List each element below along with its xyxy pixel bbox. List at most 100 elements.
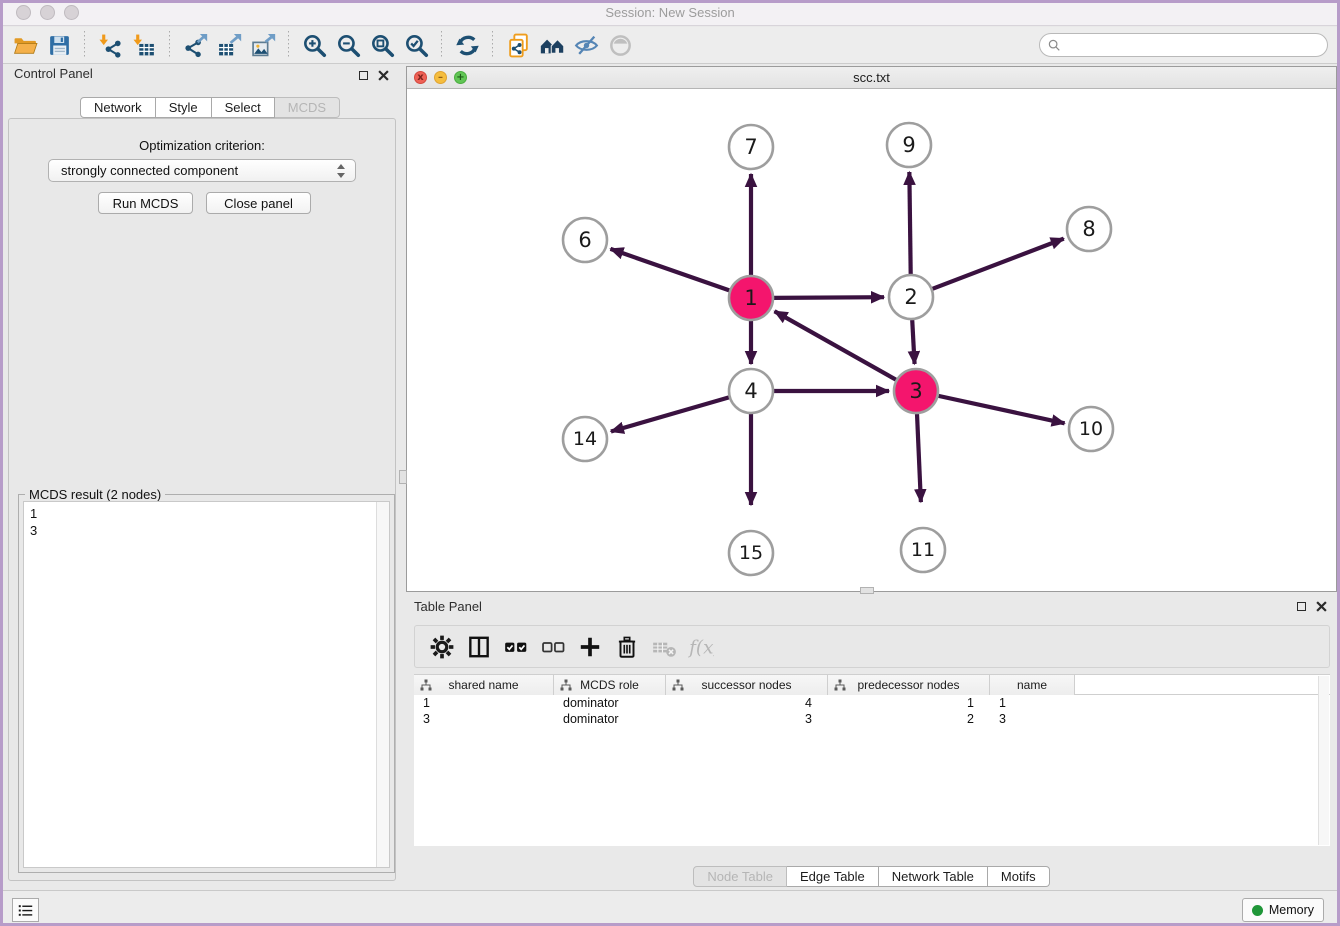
edge-3-to-10[interactable] xyxy=(938,396,1064,423)
save-icon[interactable] xyxy=(42,29,76,61)
import-network-icon[interactable] xyxy=(93,29,127,61)
table-panel: Table Panel shared nameMCDS rolesuccesso… xyxy=(406,594,1337,890)
cell-successor-nodes[interactable]: 4 xyxy=(666,695,828,711)
node-6[interactable]: 6 xyxy=(563,218,607,262)
toggle-panel-icon[interactable] xyxy=(460,629,497,665)
tab-network[interactable]: Network xyxy=(80,97,156,118)
memory-button[interactable]: Memory xyxy=(1242,898,1324,922)
edge-4-to-14[interactable] xyxy=(611,397,729,431)
delete-column-icon[interactable] xyxy=(608,629,645,665)
tab-mcds[interactable]: MCDS xyxy=(275,97,340,118)
search-icon xyxy=(1047,38,1062,53)
close-panel-button[interactable]: Close panel xyxy=(206,192,311,214)
node-1[interactable]: 1 xyxy=(729,276,773,320)
column-header-mcds-role[interactable]: MCDS role xyxy=(554,675,666,695)
select-stepper-icon xyxy=(336,163,347,179)
table-scrollbar[interactable] xyxy=(1318,676,1329,845)
svg-text:8: 8 xyxy=(1082,217,1095,241)
network-canvas[interactable]: 7 9 6 8 1 2 4 3 14 10 15 11 xyxy=(407,89,1336,591)
toolbar-separator xyxy=(84,31,85,59)
refresh-icon[interactable] xyxy=(450,29,484,61)
table-row[interactable]: 1dominator411 xyxy=(414,695,1330,711)
deselect-all-icon[interactable] xyxy=(534,629,571,665)
criterion-select[interactable]: strongly connected component xyxy=(48,159,356,182)
column-header-name[interactable]: name xyxy=(990,675,1075,695)
close-table-panel-icon[interactable] xyxy=(1316,601,1327,612)
column-label: shared name xyxy=(448,678,518,692)
cell-name[interactable]: 1 xyxy=(990,695,1075,711)
toolbar-separator xyxy=(169,31,170,59)
svg-text:6: 6 xyxy=(578,228,591,252)
edge-3-to-11[interactable] xyxy=(917,414,921,502)
zoom-in-icon[interactable] xyxy=(297,29,331,61)
duplicate-network-icon[interactable] xyxy=(501,29,535,61)
node-3[interactable]: 3 xyxy=(894,369,938,413)
column-label: name xyxy=(1017,678,1047,692)
node-10[interactable]: 10 xyxy=(1069,407,1113,451)
result-scrollbar[interactable] xyxy=(376,502,389,867)
mcds-result-text: 1 3 xyxy=(24,502,389,539)
select-all-icon[interactable] xyxy=(497,629,534,665)
cell-predecessor-nodes[interactable]: 2 xyxy=(828,711,990,727)
import-table-icon[interactable] xyxy=(127,29,161,61)
edge-1-to-2[interactable] xyxy=(774,297,884,298)
show-all-icon xyxy=(603,29,637,61)
node-9[interactable]: 9 xyxy=(887,123,931,167)
cell-mcds-role[interactable]: dominator xyxy=(554,695,666,711)
window-title: Session: New Session xyxy=(0,5,1340,20)
search-box[interactable] xyxy=(1039,33,1328,57)
tab-node-table[interactable]: Node Table xyxy=(693,866,787,887)
task-history-button[interactable] xyxy=(12,898,39,922)
export-table-icon[interactable] xyxy=(212,29,246,61)
search-input[interactable] xyxy=(1062,36,1327,54)
node-14[interactable]: 14 xyxy=(563,417,607,461)
window-titlebar: Session: New Session xyxy=(0,0,1340,26)
cell-shared-name[interactable]: 1 xyxy=(414,695,554,711)
node-11[interactable]: 11 xyxy=(901,528,945,572)
cell-successor-nodes[interactable]: 3 xyxy=(666,711,828,727)
cell-shared-name[interactable]: 3 xyxy=(414,711,554,727)
node-8[interactable]: 8 xyxy=(1067,207,1111,251)
open-folder-icon[interactable] xyxy=(8,29,42,61)
edge-2-to-3[interactable] xyxy=(912,320,914,364)
svg-text:7: 7 xyxy=(744,135,757,159)
column-header-successor-nodes[interactable]: successor nodes xyxy=(666,675,828,695)
edge-2-to-8[interactable] xyxy=(932,239,1063,289)
mcds-result-area[interactable]: 1 3 xyxy=(23,501,390,868)
node-2[interactable]: 2 xyxy=(889,275,933,319)
mcds-result-group: MCDS result (2 nodes) 1 3 xyxy=(18,494,395,873)
cell-mcds-role[interactable]: dominator xyxy=(554,711,666,727)
zoom-fit-icon[interactable] xyxy=(365,29,399,61)
tab-network-table[interactable]: Network Table xyxy=(879,866,988,887)
node-4[interactable]: 4 xyxy=(729,369,773,413)
close-panel-icon[interactable] xyxy=(378,70,389,81)
horizontal-splitter-handle[interactable] xyxy=(860,587,874,594)
vertical-splitter-handle[interactable] xyxy=(399,470,407,484)
zoom-out-icon[interactable] xyxy=(331,29,365,61)
zoom-selected-icon[interactable] xyxy=(399,29,433,61)
export-network-icon[interactable] xyxy=(178,29,212,61)
cell-name[interactable]: 3 xyxy=(990,711,1075,727)
edge-3-to-1[interactable] xyxy=(775,311,896,379)
tab-select[interactable]: Select xyxy=(212,97,275,118)
node-15[interactable]: 15 xyxy=(729,531,773,575)
export-image-icon[interactable] xyxy=(246,29,280,61)
column-header-predecessor-nodes[interactable]: predecessor nodes xyxy=(828,675,990,695)
table-row[interactable]: 3dominator323 xyxy=(414,711,1330,727)
cell-predecessor-nodes[interactable]: 1 xyxy=(828,695,990,711)
tab-style[interactable]: Style xyxy=(156,97,212,118)
edge-2-to-9[interactable] xyxy=(909,172,910,274)
add-column-icon[interactable] xyxy=(571,629,608,665)
settings-gear-icon[interactable] xyxy=(423,629,460,665)
column-header-shared-name[interactable]: shared name xyxy=(414,675,554,695)
hide-selected-icon[interactable] xyxy=(569,29,603,61)
node-7[interactable]: 7 xyxy=(729,125,773,169)
float-panel-icon[interactable] xyxy=(359,71,368,80)
run-mcds-button[interactable]: Run MCDS xyxy=(98,192,193,214)
edge-1-to-6[interactable] xyxy=(610,249,729,291)
float-table-panel-icon[interactable] xyxy=(1297,602,1306,611)
first-neighbors-icon[interactable] xyxy=(535,29,569,61)
tab-edge-table[interactable]: Edge Table xyxy=(787,866,879,887)
tab-motifs[interactable]: Motifs xyxy=(988,866,1050,887)
svg-text:3: 3 xyxy=(909,379,922,403)
